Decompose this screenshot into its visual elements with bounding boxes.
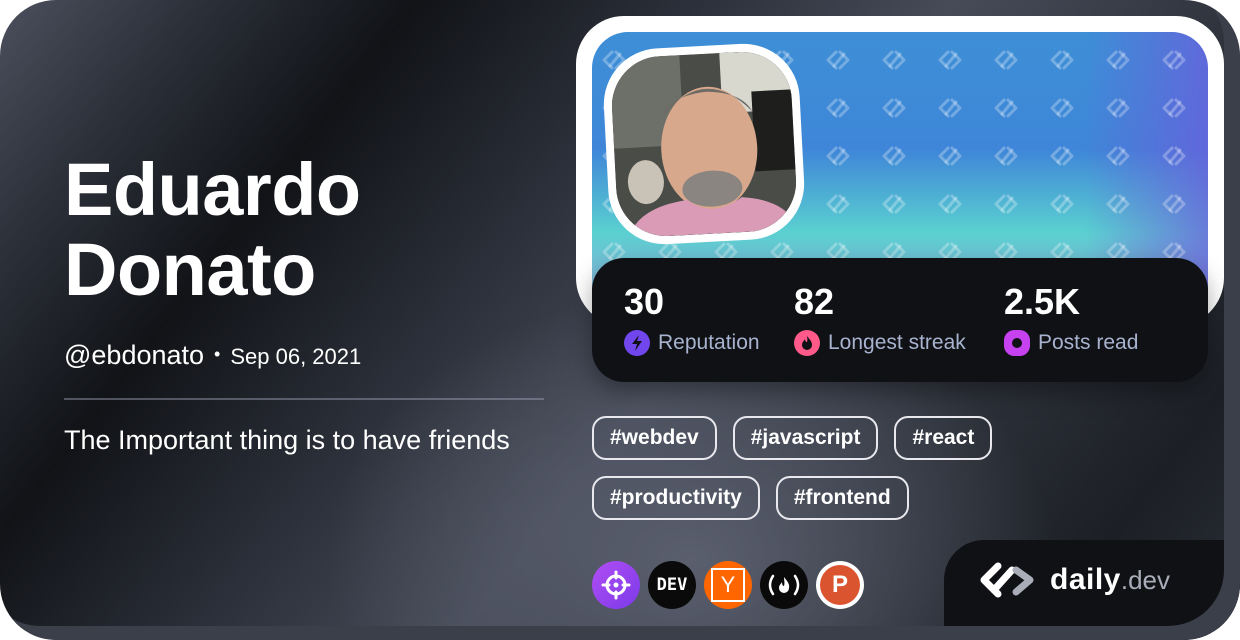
stat-label: Reputation bbox=[658, 331, 760, 354]
y-logo: Y bbox=[711, 568, 745, 602]
source-dev-to[interactable]: DEV bbox=[648, 561, 696, 609]
tag-frontend[interactable]: #frontend bbox=[775, 476, 909, 520]
stat-label: Posts read bbox=[1038, 331, 1139, 354]
lightning-icon bbox=[624, 330, 650, 356]
eye-icon bbox=[1004, 330, 1030, 356]
tag-javascript[interactable]: #javascript bbox=[732, 416, 879, 460]
stat-longest-streak: 82 Longest streak bbox=[794, 280, 966, 356]
brand-name: daily bbox=[1050, 563, 1121, 596]
profile-card: Eduardo Donato @ebdonato • Sep 06, 2021 … bbox=[0, 0, 1240, 640]
avatar-photo bbox=[609, 49, 799, 239]
daily-dev-logo-icon bbox=[980, 562, 1034, 598]
avatar[interactable] bbox=[609, 49, 799, 239]
stat-value: 2.5K bbox=[1004, 281, 1081, 322]
profile-meta: @ebdonato • Sep 06, 2021 bbox=[64, 340, 361, 371]
stat-value: 82 bbox=[794, 281, 835, 322]
flame-icon bbox=[794, 330, 820, 356]
stat-label: Longest streak bbox=[828, 331, 966, 354]
profile-bio: The Important thing is to have friends bbox=[64, 425, 510, 455]
product-hunt-logo: P bbox=[820, 565, 860, 605]
brand-badge: daily.dev bbox=[944, 540, 1240, 640]
avatar-frame bbox=[601, 41, 807, 247]
username: @ebdonato bbox=[64, 340, 205, 370]
source-freecodecamp[interactable] bbox=[760, 561, 808, 609]
source-product-hunt[interactable]: P bbox=[816, 561, 864, 609]
tag-react[interactable]: #react bbox=[894, 416, 993, 460]
divider bbox=[64, 398, 544, 400]
tags-list: #webdev #javascript #react #productivity… bbox=[592, 416, 1052, 520]
tag-webdev[interactable]: #webdev bbox=[592, 416, 717, 460]
crosshair-icon bbox=[601, 570, 631, 600]
dev-logo-text: DEV bbox=[656, 575, 688, 595]
freecodecamp-icon bbox=[768, 574, 800, 596]
separator-dot: • bbox=[214, 344, 221, 364]
stats-panel: 30 Reputation 82 Longest streak 2.5K Pos… bbox=[592, 258, 1208, 382]
stat-reputation: 30 Reputation bbox=[624, 280, 760, 356]
tag-productivity[interactable]: #productivity bbox=[592, 476, 760, 520]
source-crosshair[interactable] bbox=[592, 561, 640, 609]
stat-posts-read: 2.5K Posts read bbox=[1004, 280, 1138, 356]
last-name: Donato bbox=[64, 228, 316, 311]
sources-list: DEV Y P bbox=[592, 561, 864, 609]
stat-value: 30 bbox=[624, 281, 665, 322]
brand-suffix: .dev bbox=[1120, 565, 1171, 595]
profile-name: Eduardo Donato bbox=[64, 150, 361, 310]
source-hacker-news[interactable]: Y bbox=[704, 561, 752, 609]
first-name: Eduardo bbox=[64, 148, 361, 231]
join-date: Sep 06, 2021 bbox=[230, 344, 362, 369]
